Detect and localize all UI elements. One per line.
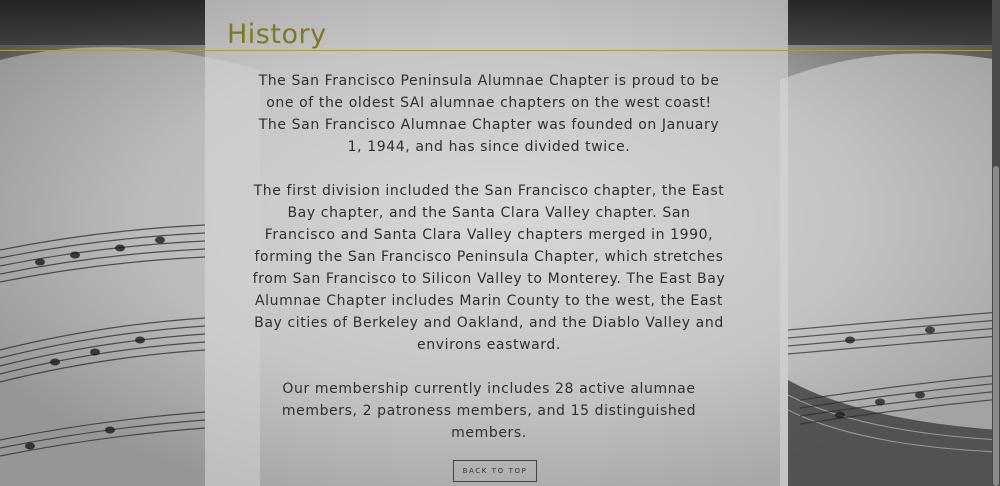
paragraph-membership: Our membership currently includes 28 act… bbox=[281, 381, 697, 441]
paragraph-founding: The San Francisco Peninsula Alumnae Chap… bbox=[258, 73, 720, 155]
heading-divider bbox=[0, 50, 992, 51]
section-heading: History bbox=[227, 19, 327, 50]
scrollbar-track[interactable] bbox=[992, 0, 1000, 486]
scrollbar-thumb[interactable] bbox=[993, 166, 999, 486]
history-body: The San Francisco Peninsula Alumnae Chap… bbox=[250, 70, 728, 466]
page: History The San Francisco Peninsula Alum… bbox=[0, 0, 1000, 486]
back-to-top-button[interactable]: BACK TO TOP bbox=[453, 460, 537, 482]
paragraph-divisions: The first division included the San Fran… bbox=[252, 183, 726, 353]
